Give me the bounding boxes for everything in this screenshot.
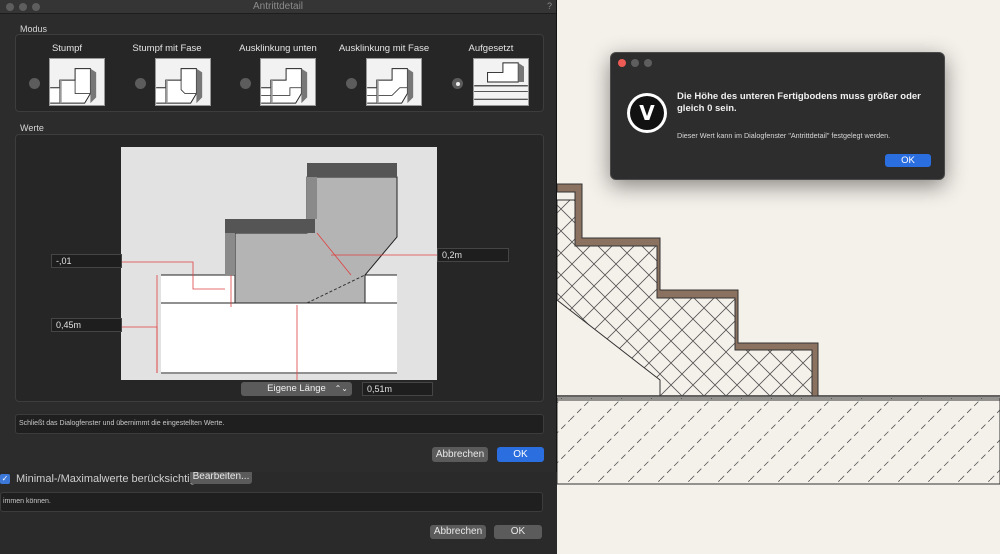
mode-ausklinkung-unten-thumbnail[interactable] [260, 58, 316, 106]
antrittdetail-dialog: Antrittdetail ? Modus Stumpf Stumpf mit … [0, 0, 557, 472]
mode-ausklinkung-fase-thumbnail[interactable] [366, 58, 422, 106]
mode-stumpf-fase-thumbnail[interactable] [155, 58, 211, 106]
foundation-slab [556, 397, 1000, 485]
length-mode-popup[interactable]: Eigene Länge ⌃⌄ [241, 382, 352, 396]
mode-aufgesetzt-radio[interactable] [452, 78, 463, 89]
help-text-box: Schließt das Dialogfenster und übernimmt… [15, 414, 544, 434]
alert-dialog: V Die Höhe des unteren Fertigbodens muss… [610, 52, 945, 180]
alert-close-button[interactable] [618, 59, 626, 67]
cancel-button[interactable]: Abbrechen [432, 447, 488, 462]
mode-stumpf-thumbnail[interactable] [49, 58, 105, 106]
mode-stumpf-label: Stumpf [51, 43, 83, 54]
background-dialog: ✓ Minimal-/Maximalwerte berücksichtigen … [0, 470, 557, 554]
minmax-checkbox-label: Minimal-/Maximalwerte berücksichtigen [16, 473, 208, 485]
alert-informative-text: Dieser Wert kann im Dialogfenster "Antri… [677, 131, 891, 140]
mode-stumpf-fase-radio[interactable] [135, 78, 146, 89]
alert-zoom-button[interactable] [644, 59, 652, 67]
stair-detail-preview [121, 147, 437, 380]
mode-ausklinkung-unten-radio[interactable] [240, 78, 251, 89]
checkmark-icon[interactable]: ✓ [0, 474, 10, 484]
vectorworks-logo-icon: V [627, 93, 667, 133]
mode-stumpf-fase-label: Stumpf mit Fase [132, 43, 202, 54]
background-ok-button[interactable]: OK [494, 525, 542, 539]
background-hint-text: immen können. [0, 492, 543, 512]
werte-section-label: Werte [20, 123, 44, 133]
chevron-updown-icon: ⌃⌄ [334, 384, 348, 393]
right-value-field[interactable]: 0,2m [437, 248, 509, 262]
edit-button[interactable]: Bearbeiten... [190, 470, 252, 484]
dialog-title: Antrittdetail [252, 1, 304, 12]
alert-message: Die Höhe des unteren Fertigbodens muss g… [677, 91, 921, 114]
mode-stumpf-radio[interactable] [29, 78, 40, 89]
left-bottom-value-field[interactable]: 0,45m [51, 318, 122, 332]
mode-ausklinkung-fase-label: Ausklinkung mit Fase [338, 43, 430, 54]
help-icon[interactable]: ? [547, 1, 552, 11]
modus-section-label: Modus [20, 24, 48, 34]
mode-ausklinkung-unten-label: Ausklinkung unten [239, 43, 317, 54]
mode-ausklinkung-fase-radio[interactable] [346, 78, 357, 89]
dialog-titlebar: Antrittdetail ? [0, 0, 556, 14]
alert-ok-button[interactable]: OK [885, 154, 931, 167]
left-top-value-field[interactable]: -,01 [51, 254, 122, 268]
mode-aufgesetzt-thumbnail[interactable] [473, 58, 529, 106]
alert-minimize-button[interactable] [631, 59, 639, 67]
mode-aufgesetzt-label: Aufgesetzt [468, 43, 514, 54]
background-cancel-button[interactable]: Abbrechen [430, 525, 486, 539]
ok-button[interactable]: OK [497, 447, 544, 462]
length-mode-value: Eigene Länge [267, 383, 326, 394]
bottom-value-field[interactable]: 0,51m [362, 382, 433, 396]
minmax-checkbox-row[interactable]: ✓ Minimal-/Maximalwerte berücksichtigen [0, 472, 208, 486]
